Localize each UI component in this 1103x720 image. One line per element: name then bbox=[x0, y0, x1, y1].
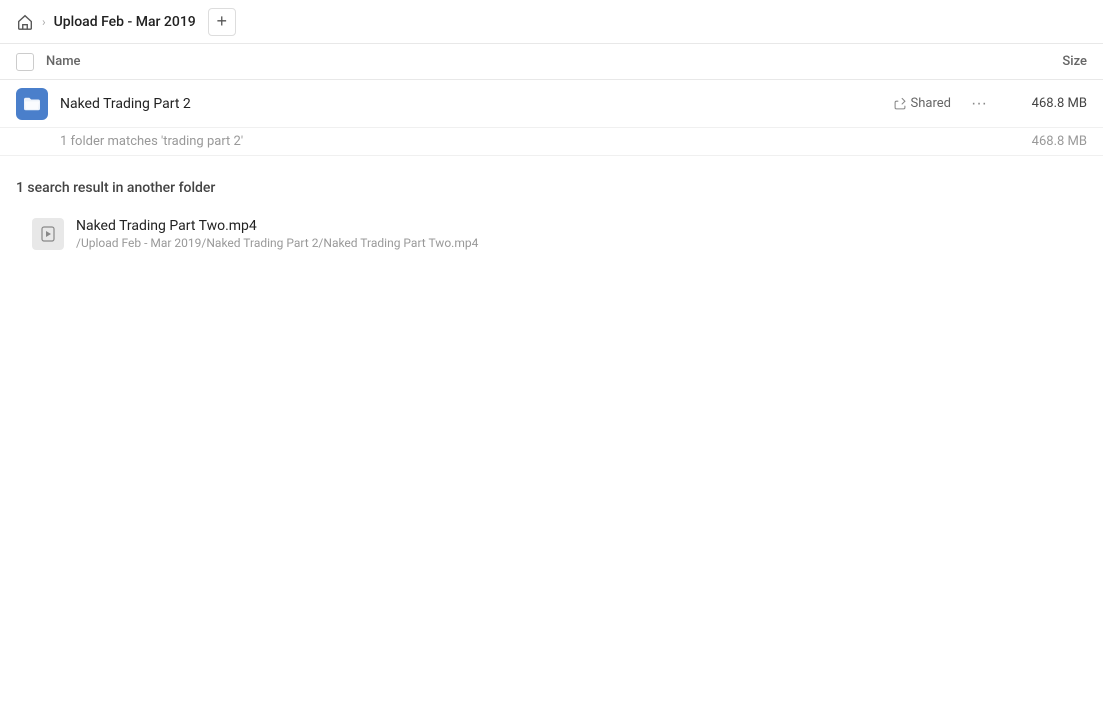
select-all-checkbox[interactable] bbox=[16, 53, 34, 71]
column-header-row: Name Size bbox=[0, 44, 1103, 80]
add-button[interactable]: + bbox=[208, 8, 236, 36]
matches-text: 1 folder matches 'trading part 2' bbox=[60, 134, 243, 149]
file-path: /Upload Feb - Mar 2019/Naked Trading Par… bbox=[76, 236, 1071, 250]
video-file-icon bbox=[32, 218, 64, 250]
file-name: Naked Trading Part Two.mp4 bbox=[76, 218, 1071, 234]
more-options-button[interactable]: ··· bbox=[963, 91, 995, 117]
folder-row[interactable]: Naked Trading Part 2 Shared ··· 468.8 MB bbox=[0, 80, 1103, 128]
file-row[interactable]: Naked Trading Part Two.mp4 /Upload Feb -… bbox=[16, 208, 1087, 260]
folder-name: Naked Trading Part 2 bbox=[60, 96, 881, 112]
matches-size: 468.8 MB bbox=[1032, 134, 1087, 149]
size-column-header: Size bbox=[1007, 54, 1087, 69]
name-column-header: Name bbox=[46, 54, 995, 69]
folder-icon bbox=[16, 88, 48, 120]
breadcrumb-chevron: › bbox=[42, 15, 46, 29]
shared-tag: Shared bbox=[893, 96, 951, 111]
folder-size: 468.8 MB bbox=[1007, 96, 1087, 111]
search-result-section: 1 search result in another folder Naked … bbox=[0, 156, 1103, 272]
file-info: Naked Trading Part Two.mp4 /Upload Feb -… bbox=[76, 218, 1071, 250]
matches-hint-row: 1 folder matches 'trading part 2' 468.8 … bbox=[0, 128, 1103, 156]
breadcrumb-title: Upload Feb - Mar 2019 bbox=[54, 14, 196, 30]
home-button[interactable] bbox=[16, 13, 34, 31]
breadcrumb-bar: › Upload Feb - Mar 2019 + bbox=[0, 0, 1103, 44]
shared-label: Shared bbox=[911, 96, 951, 111]
search-result-heading: 1 search result in another folder bbox=[16, 180, 1087, 196]
